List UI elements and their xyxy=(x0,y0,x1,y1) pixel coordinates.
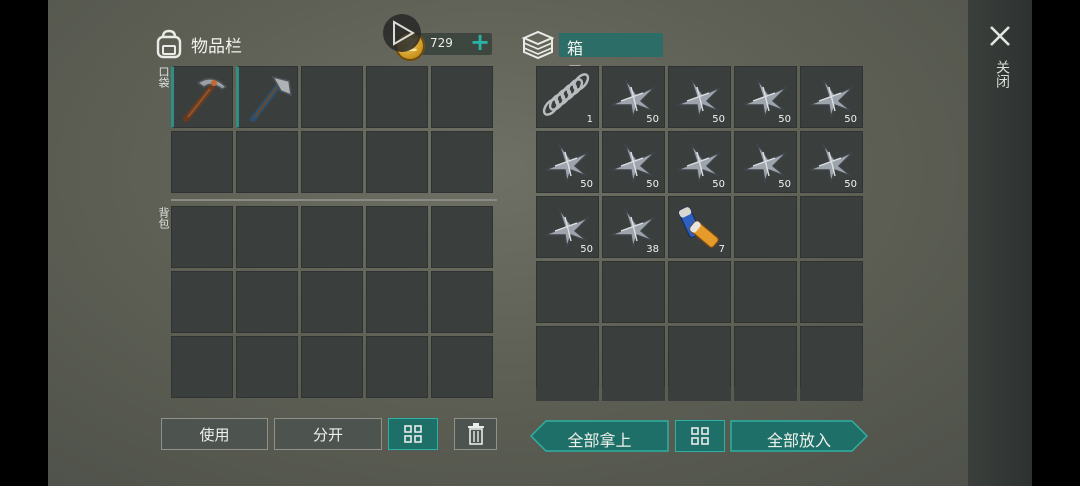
put-all-label: 全部放入 xyxy=(766,431,831,450)
pocket-grid xyxy=(171,66,493,193)
delete-button[interactable] xyxy=(454,418,497,450)
backpack-slot[interactable] xyxy=(236,206,298,268)
item-quantity: 50 xyxy=(778,114,791,125)
pocket-slot[interactable] xyxy=(431,131,493,193)
box-slot[interactable] xyxy=(602,326,665,388)
pocket-label: 口袋 xyxy=(157,66,170,88)
pocket-slot[interactable] xyxy=(301,66,363,128)
use-button[interactable]: 使用 xyxy=(161,418,268,450)
box-slot[interactable] xyxy=(536,261,599,323)
box-slot[interactable] xyxy=(800,326,863,388)
sort-grid-icon xyxy=(404,425,422,443)
box-slot[interactable] xyxy=(668,326,731,388)
box-grid-next-row xyxy=(536,387,863,401)
box-slot[interactable]: 50 xyxy=(668,66,731,128)
item-quantity: 50 xyxy=(712,114,725,125)
box-slot[interactable]: 1 xyxy=(536,66,599,128)
box-slot[interactable] xyxy=(800,261,863,323)
pocket-slot[interactable] xyxy=(236,131,298,193)
box-grid: 1 50 50 50 50 50 50 50 50 50 50 38 7 xyxy=(536,66,863,388)
box-slot[interactable] xyxy=(734,326,797,388)
item-quantity: 38 xyxy=(646,244,659,255)
partial-slot xyxy=(602,387,665,401)
box-slot[interactable] xyxy=(602,261,665,323)
backpack-slot[interactable] xyxy=(236,336,298,398)
box-slot[interactable]: 50 xyxy=(800,66,863,128)
item-quantity: 50 xyxy=(580,244,593,255)
box-icon xyxy=(521,30,555,60)
gold-amount: 729 xyxy=(430,36,453,50)
backpack-slot[interactable] xyxy=(366,336,428,398)
box-slot[interactable]: 7 xyxy=(668,196,731,258)
trash-icon xyxy=(467,423,484,445)
sort-inventory-button[interactable] xyxy=(388,418,438,450)
box-slot[interactable] xyxy=(734,261,797,323)
item-quantity: 50 xyxy=(712,179,725,190)
backpack-slot[interactable] xyxy=(431,206,493,268)
item-quantity: 50 xyxy=(778,179,791,190)
item-quantity: 50 xyxy=(580,179,593,190)
box-slot[interactable] xyxy=(668,261,731,323)
close-button[interactable] xyxy=(986,22,1014,50)
sort-box-button[interactable] xyxy=(675,420,725,452)
inventory-header: 物品栏 xyxy=(155,26,242,62)
pocket-slot[interactable] xyxy=(366,131,428,193)
box-slot[interactable]: 50 xyxy=(734,66,797,128)
box-slot[interactable]: 38 xyxy=(602,196,665,258)
backpack-label: 背包 xyxy=(157,207,170,229)
backpack-slot[interactable] xyxy=(171,271,233,333)
partial-slot xyxy=(800,387,863,401)
box-slot[interactable]: 50 xyxy=(668,131,731,193)
backpack-slot[interactable] xyxy=(366,206,428,268)
box-slot[interactable]: 50 xyxy=(800,131,863,193)
partial-slot xyxy=(536,387,599,401)
close-icon xyxy=(990,26,1010,46)
item-quantity: 7 xyxy=(718,244,725,255)
put-all-button[interactable]: 全部放入 xyxy=(730,420,868,452)
item-quantity: 50 xyxy=(646,114,659,125)
take-all-button[interactable]: 全部拿上 xyxy=(530,420,669,452)
add-gold-button[interactable]: + xyxy=(470,28,490,56)
use-button-label: 使用 xyxy=(199,425,230,444)
split-button-label: 分开 xyxy=(312,425,343,444)
box-slot[interactable] xyxy=(536,326,599,388)
sort-grid-icon xyxy=(691,427,709,445)
backpack-slot[interactable] xyxy=(431,271,493,333)
pocket-slot[interactable] xyxy=(171,66,233,128)
section-divider xyxy=(171,199,497,201)
box-slot[interactable] xyxy=(734,196,797,258)
item-quantity: 50 xyxy=(844,179,857,190)
backpack-slot[interactable] xyxy=(236,271,298,333)
pocket-slot[interactable] xyxy=(301,131,363,193)
item-quantity: 50 xyxy=(844,114,857,125)
box-slot[interactable] xyxy=(800,196,863,258)
backpack-slot[interactable] xyxy=(301,271,363,333)
backpack-slot[interactable] xyxy=(431,336,493,398)
box-slot[interactable]: 50 xyxy=(734,131,797,193)
pocket-slot[interactable] xyxy=(431,66,493,128)
split-button[interactable]: 分开 xyxy=(274,418,382,450)
box-slot[interactable]: 50 xyxy=(536,131,599,193)
backpack-grid xyxy=(171,206,493,398)
take-all-label: 全部拿上 xyxy=(567,431,632,450)
partial-slot xyxy=(668,387,731,401)
backpack-slot[interactable] xyxy=(366,271,428,333)
box-slot[interactable]: 50 xyxy=(602,66,665,128)
inventory-title: 物品栏 xyxy=(191,36,242,57)
pocket-slot[interactable] xyxy=(171,131,233,193)
backpack-slot[interactable] xyxy=(171,336,233,398)
item-quantity: 50 xyxy=(646,179,659,190)
backpack-slot[interactable] xyxy=(301,336,363,398)
pocket-slot[interactable] xyxy=(236,66,298,128)
box-slot[interactable]: 50 xyxy=(602,131,665,193)
box-slot[interactable]: 50 xyxy=(536,196,599,258)
item-quantity: 1 xyxy=(586,114,593,125)
close-label: 关闭 xyxy=(994,60,1010,88)
cursor-overlay-icon xyxy=(383,14,421,52)
backpack-slot[interactable] xyxy=(171,206,233,268)
pocket-slot[interactable] xyxy=(366,66,428,128)
partial-slot xyxy=(734,387,797,401)
backpack-icon xyxy=(156,29,182,59)
backpack-slot[interactable] xyxy=(301,206,363,268)
